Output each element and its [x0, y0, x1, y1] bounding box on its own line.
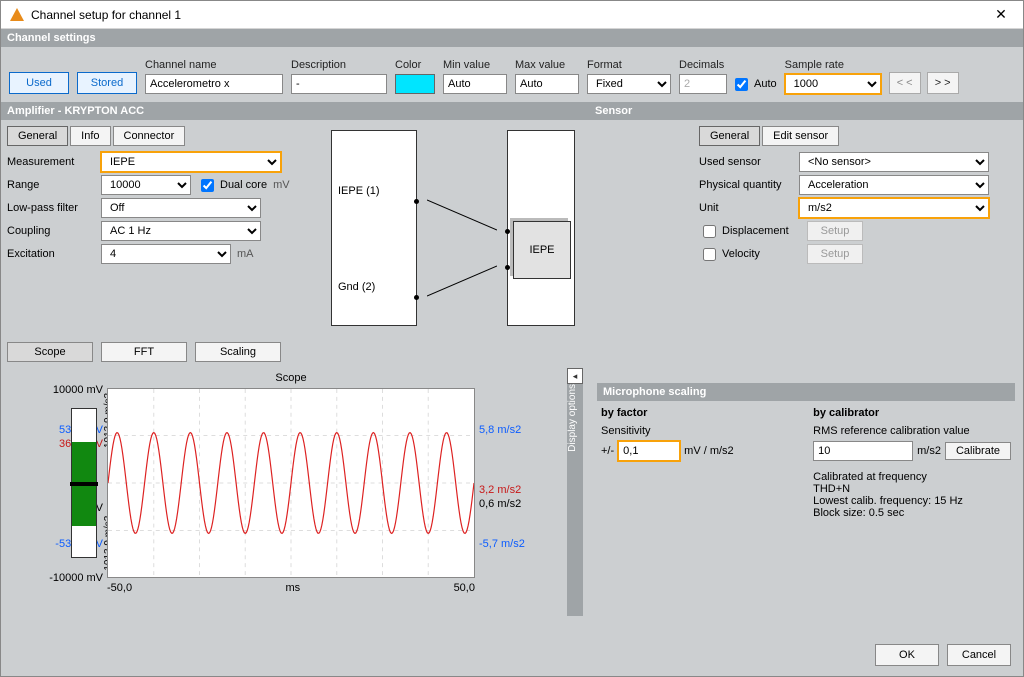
display-options-label: Display options [567, 384, 583, 522]
phys-qty-select[interactable]: Acceleration [799, 175, 989, 195]
rms-unit: m/s2 [917, 445, 941, 457]
auto-decimals-check[interactable]: Auto [731, 75, 777, 94]
plus-minus-icon: +/- [601, 445, 614, 457]
sensor-tab-edit[interactable]: Edit sensor [762, 126, 839, 146]
unit-select[interactable]: m/s2 [799, 198, 989, 218]
measurement-select[interactable]: IEPE [101, 152, 281, 172]
stored-button[interactable]: Stored [77, 72, 137, 94]
format-select[interactable]: Fixed [587, 74, 671, 94]
ok-button[interactable]: OK [875, 644, 939, 666]
description-input[interactable] [291, 74, 387, 94]
scope-canvas[interactable] [107, 388, 475, 578]
lowest-freq: Lowest calib. frequency: 15 Hz [813, 495, 1011, 507]
excitation-select[interactable]: 4 [101, 244, 231, 264]
minvalue-label: Min value [443, 59, 507, 71]
measurement-label: Measurement [7, 156, 101, 168]
rms-input[interactable] [813, 441, 913, 461]
display-options-toggle[interactable]: ◂ [567, 368, 583, 384]
lpf-label: Low-pass filter [7, 202, 101, 214]
format-label: Format [587, 59, 671, 71]
color-label: Color [395, 59, 435, 71]
iepe-chip: IEPE [513, 221, 571, 279]
dualcore-check[interactable]: Dual core [197, 176, 267, 195]
channel-name-input[interactable] [145, 74, 283, 94]
maxvalue-label: Max value [515, 59, 579, 71]
displacement-setup-button: Setup [807, 221, 863, 241]
sensitivity-label: Sensitivity [601, 425, 773, 437]
decimals-input [679, 74, 727, 94]
excitation-unit: mA [237, 248, 254, 260]
amplifier-tabs: General Info Connector [7, 126, 307, 146]
coupling-select[interactable]: AC 1 Hz [101, 221, 261, 241]
velocity-check[interactable]: Velocity [699, 245, 799, 264]
amplifier-header: Amplifier - KRYPTON ACC [1, 102, 589, 120]
unit-label: Unit [699, 202, 799, 214]
phys-qty-label: Physical quantity [699, 179, 799, 191]
channel-setup-window: Channel setup for channel 1 ✕ Channel se… [0, 0, 1024, 677]
excitation-label: Excitation [7, 248, 101, 260]
scope-area: Scope 10000 mV 5373 mV 3685 mV 7 mV -535… [1, 368, 589, 620]
titlebar: Channel setup for channel 1 ✕ [1, 1, 1023, 29]
pin1-label: IEPE (1) [338, 185, 380, 197]
used-sensor-label: Used sensor [699, 156, 799, 168]
by-calibrator-title: by calibrator [813, 407, 1011, 419]
sensor-tab-general[interactable]: General [699, 126, 760, 146]
pin2-label: Gnd (2) [338, 281, 375, 293]
x-axis: -50,0 ms 50,0 [107, 582, 475, 594]
channel-settings-header: Channel settings [1, 29, 1023, 47]
cal-at-freq: Calibrated at frequency [813, 471, 1011, 483]
rms-label: RMS reference calibration value [813, 425, 1011, 437]
maxvalue-input[interactable] [515, 74, 579, 94]
prev-channel-button[interactable]: < < [889, 72, 921, 94]
range-label: Range [7, 179, 101, 191]
sensor-header: Sensor [589, 102, 1023, 120]
thd-label: THD+N [813, 483, 1011, 495]
tab-connector[interactable]: Connector [113, 126, 186, 146]
decimals-label: Decimals [679, 59, 777, 71]
used-sensor-select[interactable]: <No sensor> [799, 152, 989, 172]
close-button[interactable]: ✕ [981, 1, 1021, 28]
samplerate-select[interactable]: 1000 [785, 74, 881, 94]
sensitivity-unit: mV / m/s2 [684, 445, 734, 457]
channel-settings-row: Used Stored Channel name Description Col… [1, 47, 1023, 102]
range-unit: mV [273, 179, 290, 191]
connector-diagram: IEPE (1) Gnd (2) [331, 126, 575, 330]
app-icon [9, 7, 25, 23]
mic-scaling-header: Microphone scaling [597, 383, 1015, 401]
calibrate-button[interactable]: Calibrate [945, 442, 1011, 460]
scope-title: Scope [107, 372, 475, 384]
tab-general[interactable]: General [7, 126, 68, 146]
next-channel-button[interactable]: > > [927, 72, 959, 94]
tab-info[interactable]: Info [70, 126, 110, 146]
range-select[interactable]: 10000 [101, 175, 191, 195]
scaling-tab[interactable]: Scaling [195, 342, 281, 362]
channel-name-label: Channel name [145, 59, 283, 71]
samplerate-label: Sample rate [785, 59, 881, 71]
wire-icon [427, 130, 497, 330]
block-size: Block size: 0.5 sec [813, 507, 1011, 519]
color-swatch[interactable] [395, 74, 435, 94]
window-title: Channel setup for channel 1 [31, 8, 981, 22]
used-button[interactable]: Used [9, 72, 69, 94]
rot-axis: 1013,9 m/s2 -1013,9 m/s2 [93, 388, 107, 578]
by-factor-title: by factor [601, 407, 773, 419]
fft-tab[interactable]: FFT [101, 342, 187, 362]
display-options-panel: ◂ Display options [567, 368, 583, 616]
lpf-select[interactable]: Off [101, 198, 261, 218]
y-axis-right: 5,8 m/s2 3,2 m/s2 0,6 m/s2 -5,7 m/s2 [479, 388, 543, 578]
minvalue-input[interactable] [443, 74, 507, 94]
sensitivity-input[interactable] [618, 441, 680, 461]
velocity-setup-button: Setup [807, 244, 863, 264]
description-label: Description [291, 59, 387, 71]
displacement-check[interactable]: Displacement [699, 222, 799, 241]
cancel-button[interactable]: Cancel [947, 644, 1011, 666]
coupling-label: Coupling [7, 225, 101, 237]
scope-tab[interactable]: Scope [7, 342, 93, 362]
